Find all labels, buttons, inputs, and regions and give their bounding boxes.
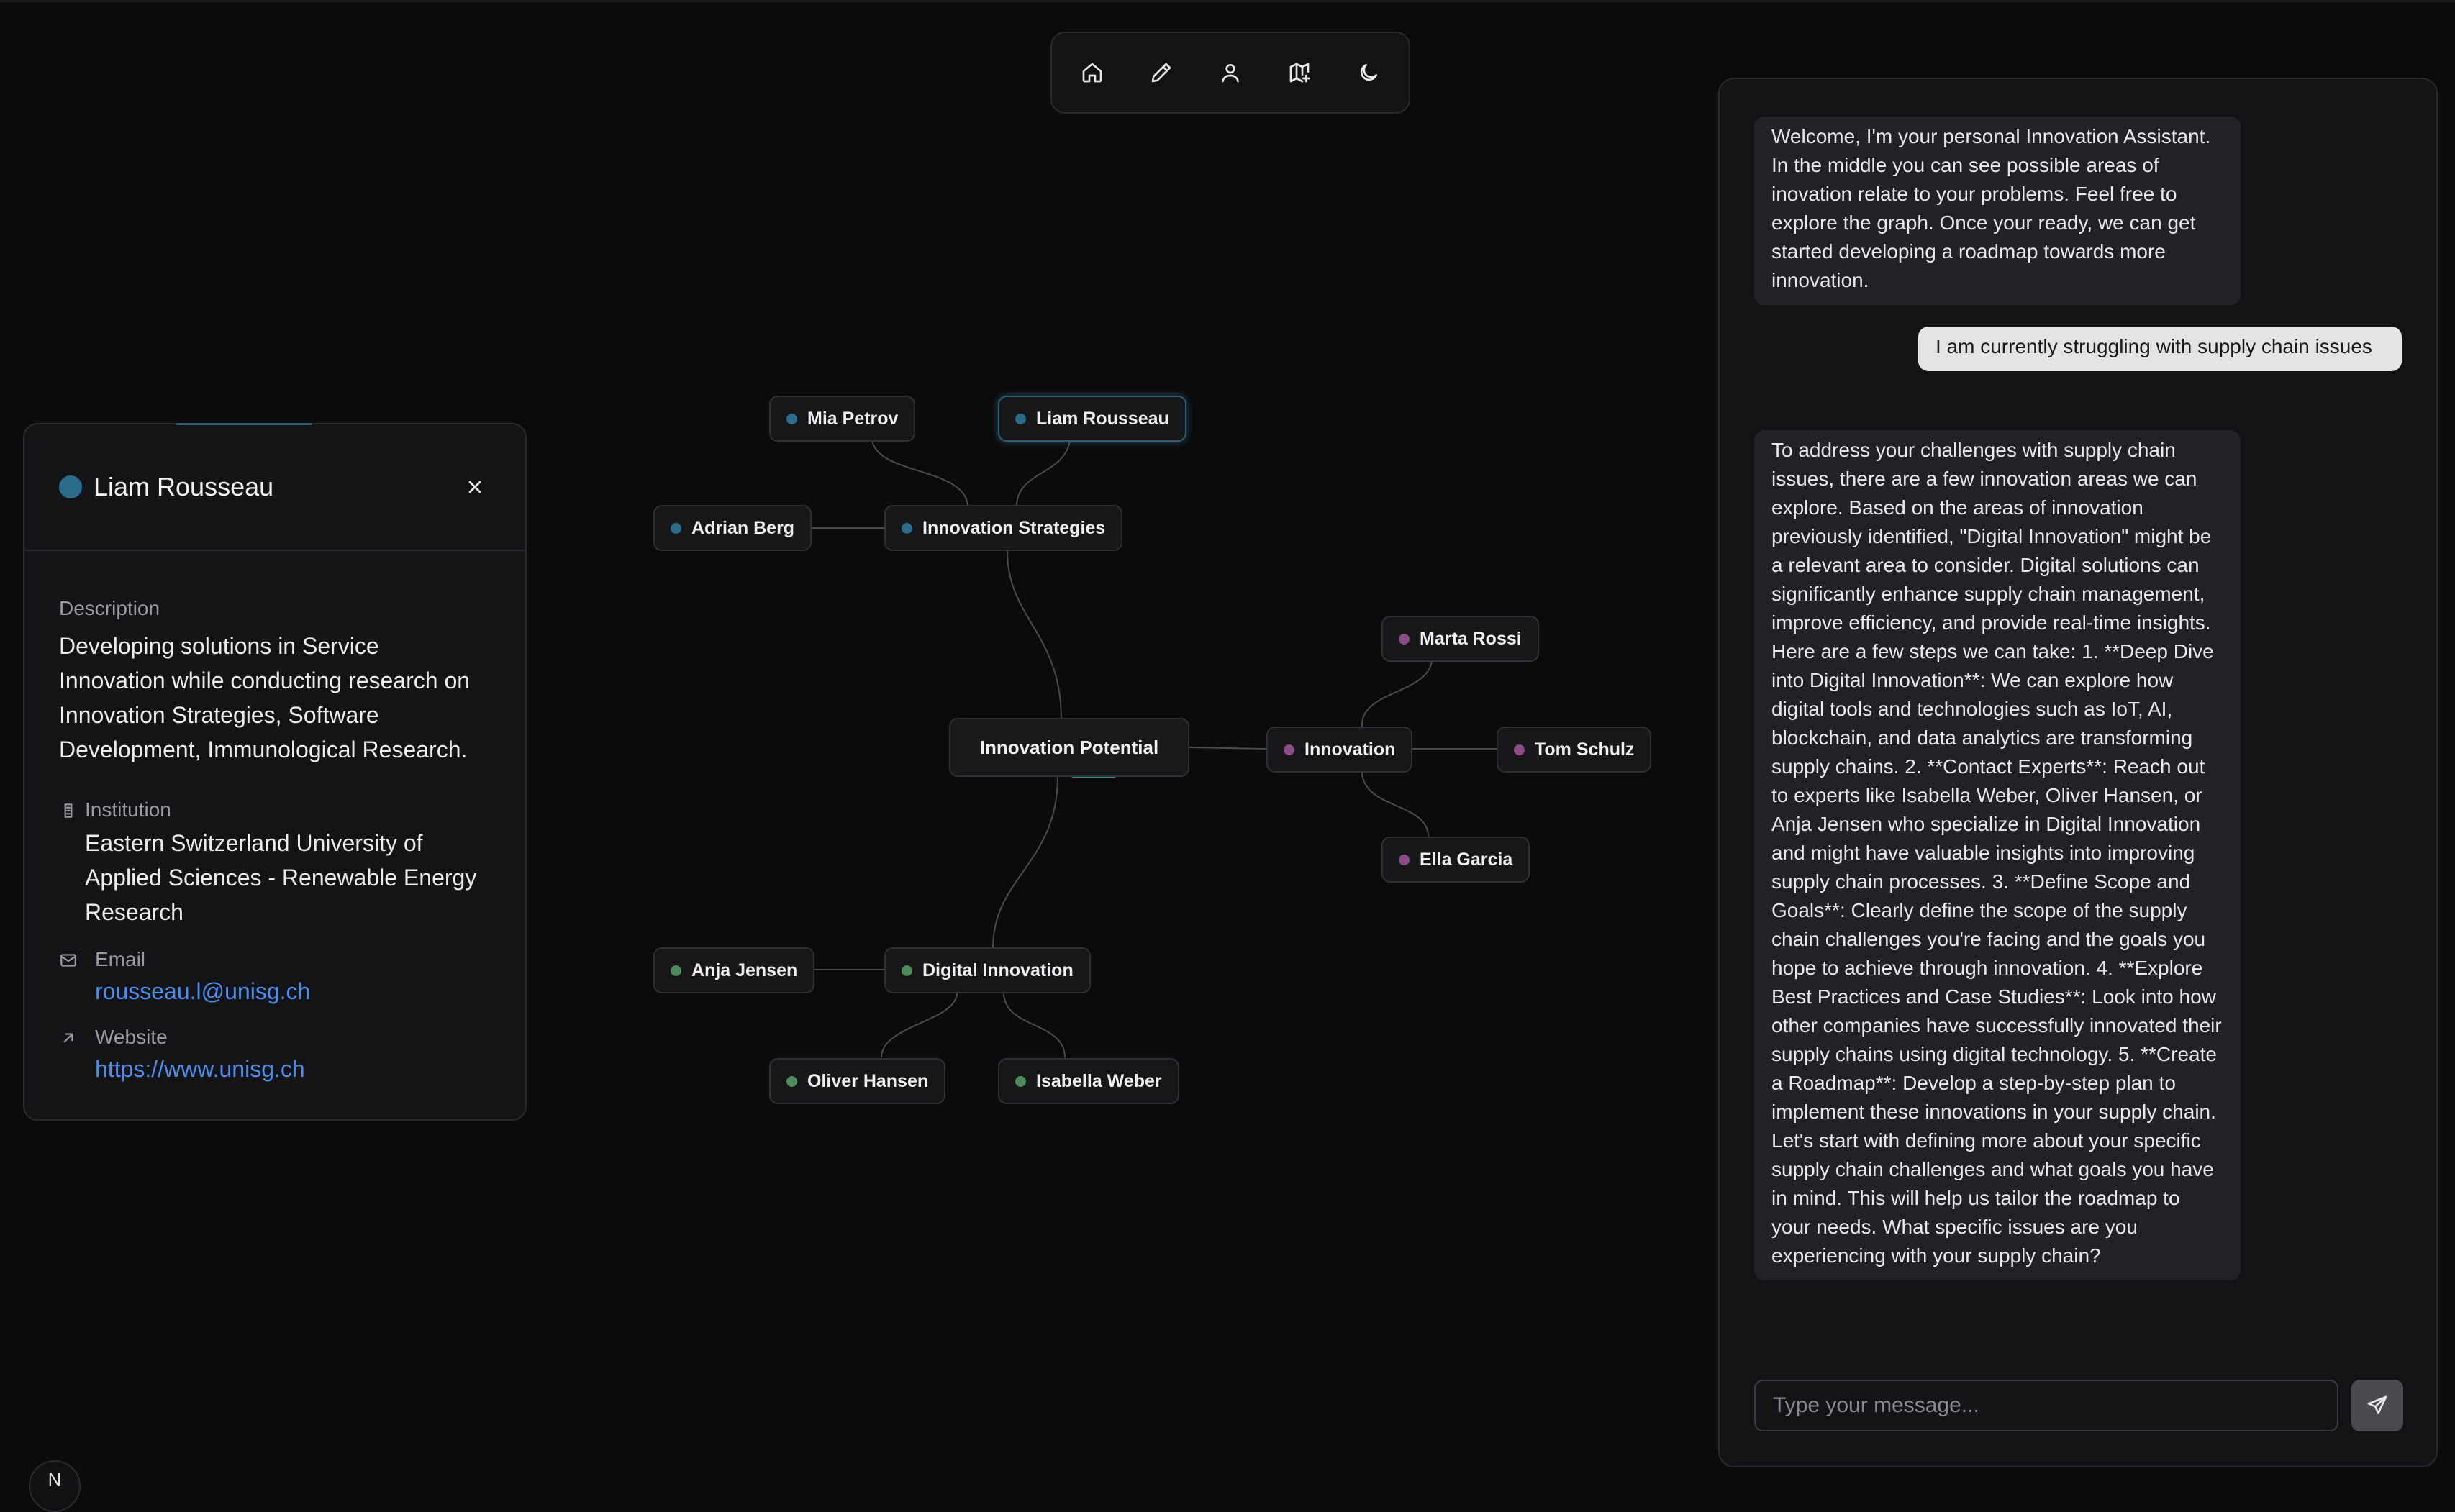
panel-accent xyxy=(176,423,312,425)
institution-label: Institution xyxy=(85,798,171,821)
node-digital-innovation[interactable]: Digital Innovation xyxy=(884,947,1091,993)
node-label: Tom Schulz xyxy=(1535,739,1635,760)
send-icon xyxy=(2367,1395,2387,1414)
person-color-dot xyxy=(59,475,82,498)
node-dot xyxy=(671,965,681,976)
corner-button[interactable]: N xyxy=(29,1460,81,1512)
node-dot xyxy=(1399,633,1410,645)
node-isabella-weber[interactable]: Isabella Weber xyxy=(998,1058,1179,1104)
node-dot xyxy=(1514,744,1525,755)
mail-icon xyxy=(59,948,83,1007)
edge-innovation-ella xyxy=(1361,770,1429,837)
institution-value: Eastern Switzerland University of Applie… xyxy=(85,830,477,925)
node-label: Adrian Berg xyxy=(691,517,795,538)
email-link[interactable]: rousseau.l@unisg.ch xyxy=(95,975,491,1007)
node-dot xyxy=(1015,413,1026,424)
node-mia-petrov[interactable]: Mia Petrov xyxy=(769,396,916,442)
description-text: Developing solutions in Service Innovati… xyxy=(59,633,471,762)
email-row: Email rousseau.l@unisg.ch xyxy=(59,948,491,1007)
email-label: Email xyxy=(95,948,146,970)
node-label: Liam Rousseau xyxy=(1036,408,1169,429)
node-adrian-berg[interactable]: Adrian Berg xyxy=(653,505,812,551)
node-tom-schulz[interactable]: Tom Schulz xyxy=(1497,727,1652,773)
chat-panel: Welcome, I'm your personal Innovation As… xyxy=(1718,78,2438,1467)
node-label: Mia Petrov xyxy=(807,408,899,429)
node-label: Isabella Weber xyxy=(1036,1070,1162,1091)
node-label: Marta Rossi xyxy=(1420,628,1522,649)
node-label: Oliver Hansen xyxy=(807,1070,929,1091)
edge-marta-innovation xyxy=(1361,660,1433,727)
detail-body: Description Developing solutions in Serv… xyxy=(24,551,525,1085)
node-innovation[interactable]: Innovation xyxy=(1266,727,1413,773)
send-button[interactable] xyxy=(2351,1380,2403,1431)
node-innovation-potential[interactable]: Innovation Potential xyxy=(949,718,1189,777)
node-dot xyxy=(902,965,912,976)
edge-liam-strategies xyxy=(1016,440,1071,506)
node-dot xyxy=(1399,854,1410,865)
node-dot xyxy=(902,522,912,534)
institution-row: Institution Eastern Switzerland Universi… xyxy=(59,798,491,929)
node-label: Innovation Strategies xyxy=(922,517,1106,538)
building-icon xyxy=(59,798,83,929)
edge-mia-strategies xyxy=(871,440,968,506)
assistant-message: To address your challenges with supply c… xyxy=(1754,430,2241,1280)
website-row: Website https://www.unisg.ch xyxy=(59,1026,491,1085)
website-label: Website xyxy=(95,1026,168,1048)
node-dot xyxy=(786,1075,797,1087)
node-label: Ella Garcia xyxy=(1420,849,1513,870)
node-dot xyxy=(1284,744,1294,755)
edge-digital-oliver xyxy=(881,992,958,1058)
person-name: Liam Rousseau xyxy=(94,472,274,501)
website-link[interactable]: https://www.unisg.ch xyxy=(95,1053,491,1085)
node-innovation-strategies[interactable]: Innovation Strategies xyxy=(884,505,1123,551)
user-message: I am currently struggling with supply ch… xyxy=(1918,327,2402,371)
person-detail-panel: Liam Rousseau Description Developing sol… xyxy=(23,423,527,1121)
close-icon xyxy=(468,481,481,493)
edge-center-innovation xyxy=(1188,747,1267,750)
message-input[interactable] xyxy=(1754,1380,2338,1431)
assistant-message: Welcome, I'm your personal Innovation As… xyxy=(1754,117,2241,305)
node-anja-jensen[interactable]: Anja Jensen xyxy=(653,947,815,993)
edge-strategies-center xyxy=(1007,550,1062,720)
node-marta-rossi[interactable]: Marta Rossi xyxy=(1381,616,1539,662)
edge-center-digital xyxy=(992,776,1058,949)
node-dot xyxy=(786,413,797,424)
node-label: Anja Jensen xyxy=(691,960,798,980)
edge-digital-isabella xyxy=(1003,992,1066,1058)
node-label: Innovation xyxy=(1304,739,1396,760)
node-dot xyxy=(671,522,681,534)
node-label: Innovation Potential xyxy=(979,736,1159,758)
node-label: Digital Innovation xyxy=(922,960,1074,980)
node-dot xyxy=(1015,1075,1026,1087)
node-oliver-hansen[interactable]: Oliver Hansen xyxy=(769,1058,946,1104)
arrow-up-right-icon xyxy=(59,1026,83,1085)
detail-header: Liam Rousseau xyxy=(24,424,525,551)
node-ella-garcia[interactable]: Ella Garcia xyxy=(1381,837,1530,883)
close-button[interactable] xyxy=(459,471,491,503)
description-label: Description xyxy=(59,597,160,619)
node-liam-rousseau[interactable]: Liam Rousseau xyxy=(998,396,1186,442)
